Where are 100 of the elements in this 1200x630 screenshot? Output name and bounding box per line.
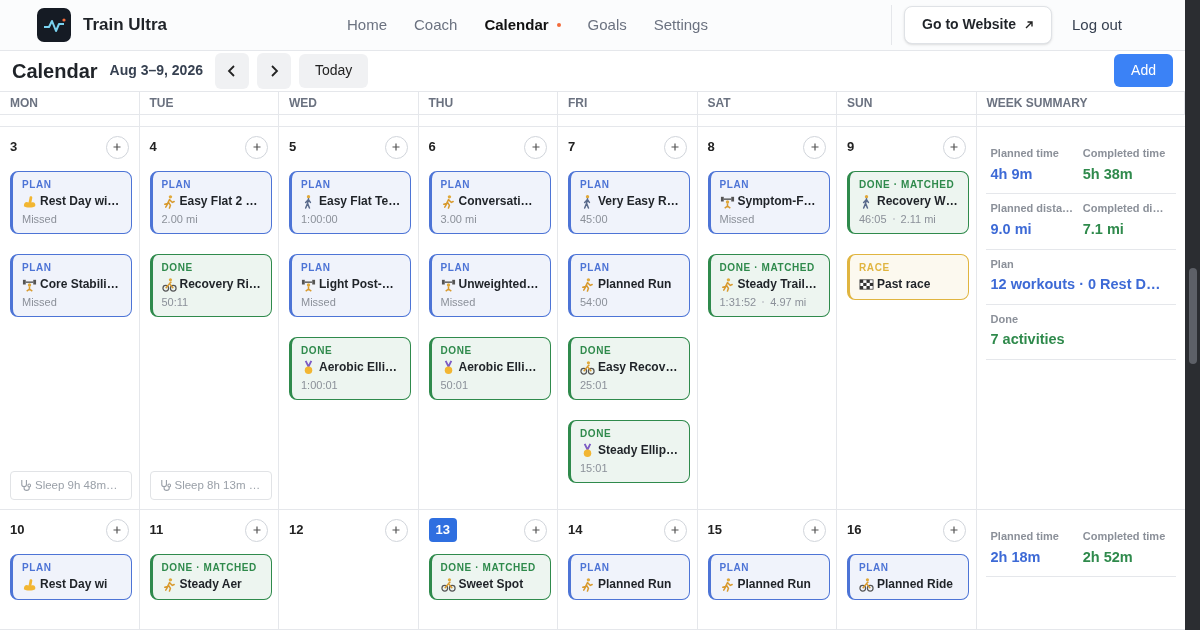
- add-entry-button[interactable]: [803, 135, 826, 159]
- runner-icon: [580, 576, 595, 592]
- workout-detail: 1:00:01: [301, 378, 338, 392]
- workout-title: Sweet Spot: [458, 576, 524, 592]
- previous-button[interactable]: [215, 52, 249, 89]
- status-label: PLAN: [580, 261, 611, 274]
- status-label: DONE · MATCHED: [859, 178, 956, 191]
- workout-card[interactable]: DONE · MATCHED Steady Trail… 1:31:52 4.97 mi: [707, 254, 830, 317]
- add-entry-button[interactable]: [105, 518, 129, 542]
- runner-icon: [440, 193, 456, 209]
- workout-detail: Missed: [719, 212, 755, 226]
- workout-title: Aerobic Elli…: [458, 359, 537, 375]
- plus-icon: [671, 143, 679, 151]
- status-label: PLAN: [22, 261, 53, 274]
- workout-card[interactable]: DONE Steady Ellip… 15:01: [568, 420, 690, 483]
- add-entry-button[interactable]: [105, 135, 129, 159]
- workout-card[interactable]: PLAN Core Stabili… Missed: [10, 254, 132, 317]
- workout-title: Very Easy R…: [598, 193, 679, 209]
- status-label: DONE: [161, 261, 194, 274]
- workout-detail: 4.97 mi: [770, 295, 807, 309]
- status-label: PLAN: [580, 178, 611, 191]
- cyclist-icon: [859, 576, 874, 592]
- stat-label: Completed time: [1082, 146, 1167, 161]
- stat-label: Plan: [990, 256, 1015, 272]
- workout-title: Past race: [877, 276, 931, 292]
- workout-card[interactable]: PLAN Conversati… 3.00 mi: [428, 171, 551, 234]
- date-range: Aug 3–9, 2026: [109, 61, 203, 81]
- workout-title: Easy Recov…: [598, 359, 678, 375]
- add-entry-button[interactable]: [524, 135, 547, 159]
- workout-card[interactable]: PLAN Rest Day wi… Missed: [10, 171, 132, 234]
- day-number: 3: [10, 138, 18, 157]
- workout-card[interactable]: DONE · MATCHED Sweet Spot: [428, 554, 551, 600]
- plus-icon: [531, 526, 540, 534]
- column-header: THU: [428, 94, 454, 112]
- workout-title: Core Stabili…: [40, 276, 119, 292]
- workout-card[interactable]: PLAN Rest Day wi: [10, 554, 132, 600]
- column-header: WED: [289, 94, 317, 112]
- status-label: PLAN: [440, 261, 472, 274]
- add-entry-button[interactable]: [524, 518, 547, 542]
- column-header: TUE: [149, 94, 174, 112]
- day-number: 12: [289, 521, 304, 540]
- scrollbar-thumb[interactable]: [1188, 268, 1197, 364]
- external-link-icon: [1023, 19, 1034, 30]
- website-button[interactable]: Go to Website: [904, 5, 1052, 44]
- add-entry-button[interactable]: [942, 518, 966, 542]
- scrollbar[interactable]: [1185, 0, 1200, 630]
- add-entry-button[interactable]: [384, 518, 408, 542]
- workout-card[interactable]: PLAN Symptom-F… Missed: [707, 171, 830, 234]
- workout-card[interactable]: PLAN Unweighted… Missed: [428, 254, 551, 317]
- plus-icon: [671, 526, 679, 534]
- workout-card[interactable]: DONE Aerobic Elli… 1:00:01: [289, 337, 411, 400]
- nav-link[interactable]: Calendar: [484, 13, 561, 37]
- nav-link[interactable]: Home: [347, 13, 387, 37]
- status-label: PLAN: [440, 178, 472, 191]
- stat-value: 4h 9m: [990, 164, 1034, 184]
- workout-card[interactable]: PLAN Planned Ride: [847, 554, 969, 600]
- add-entry-button[interactable]: [803, 518, 826, 542]
- nav-link[interactable]: Settings: [653, 13, 708, 37]
- add-entry-button[interactable]: [663, 135, 687, 159]
- day-number: 6: [428, 138, 436, 157]
- nav-link[interactable]: Coach: [414, 13, 458, 37]
- workout-card[interactable]: DONE Aerobic Elli… 50:01: [428, 337, 551, 400]
- workout-card[interactable]: DONE · MATCHED Steady Aer: [149, 554, 272, 600]
- workout-detail: 1:00:00: [301, 212, 338, 226]
- status-label: DONE: [580, 344, 613, 357]
- add-entry-button[interactable]: [663, 518, 687, 542]
- workout-title: Rest Day wi: [40, 576, 108, 592]
- workout-card[interactable]: PLAN Easy Flat 2 … 2.00 mi: [149, 171, 272, 234]
- workout-card[interactable]: PLAN Planned Run: [568, 554, 690, 600]
- workout-card[interactable]: DONE Recovery Ri… 50:11: [149, 254, 272, 317]
- add-entry-button[interactable]: [245, 135, 268, 159]
- day-number: 10: [10, 521, 25, 540]
- workout-title: Steady Ellip…: [598, 442, 679, 458]
- workout-card[interactable]: DONE · MATCHED Recovery W… 46:05 2.11 mi: [847, 171, 969, 234]
- nav-link[interactable]: Goals: [587, 13, 627, 37]
- workout-card[interactable]: PLAN Very Easy R… 45:00: [568, 171, 690, 234]
- day-number: 14: [568, 521, 583, 540]
- status-label: PLAN: [22, 561, 53, 574]
- column-header: MON: [10, 94, 38, 112]
- day-number: 11: [149, 521, 164, 540]
- next-button[interactable]: [257, 52, 291, 89]
- stat-value: 7.1 mi: [1082, 219, 1125, 239]
- runner-icon: [161, 576, 177, 592]
- workout-card[interactable]: PLAN Easy Flat Te… 1:00:00: [289, 171, 411, 234]
- add-button[interactable]: Add: [1114, 54, 1173, 88]
- workout-card[interactable]: RACE Past race: [847, 254, 969, 300]
- logo-icon: [37, 7, 71, 42]
- column-header: SUN: [847, 94, 873, 112]
- workout-card[interactable]: PLAN Planned Run 54:00: [568, 254, 690, 317]
- workout-card[interactable]: DONE Easy Recov… 25:01: [568, 337, 690, 400]
- add-entry-button[interactable]: [942, 135, 966, 159]
- runner-icon: [580, 276, 595, 292]
- logout-button[interactable]: Log out: [1071, 13, 1122, 37]
- workout-card[interactable]: PLAN Light Post-… Missed: [289, 254, 411, 317]
- add-entry-button[interactable]: [245, 518, 268, 542]
- status-label: PLAN: [301, 261, 332, 274]
- column-header: FRI: [568, 94, 588, 112]
- add-entry-button[interactable]: [384, 135, 408, 159]
- workout-card[interactable]: PLAN Planned Run: [707, 554, 830, 600]
- today-button[interactable]: Today: [299, 53, 369, 88]
